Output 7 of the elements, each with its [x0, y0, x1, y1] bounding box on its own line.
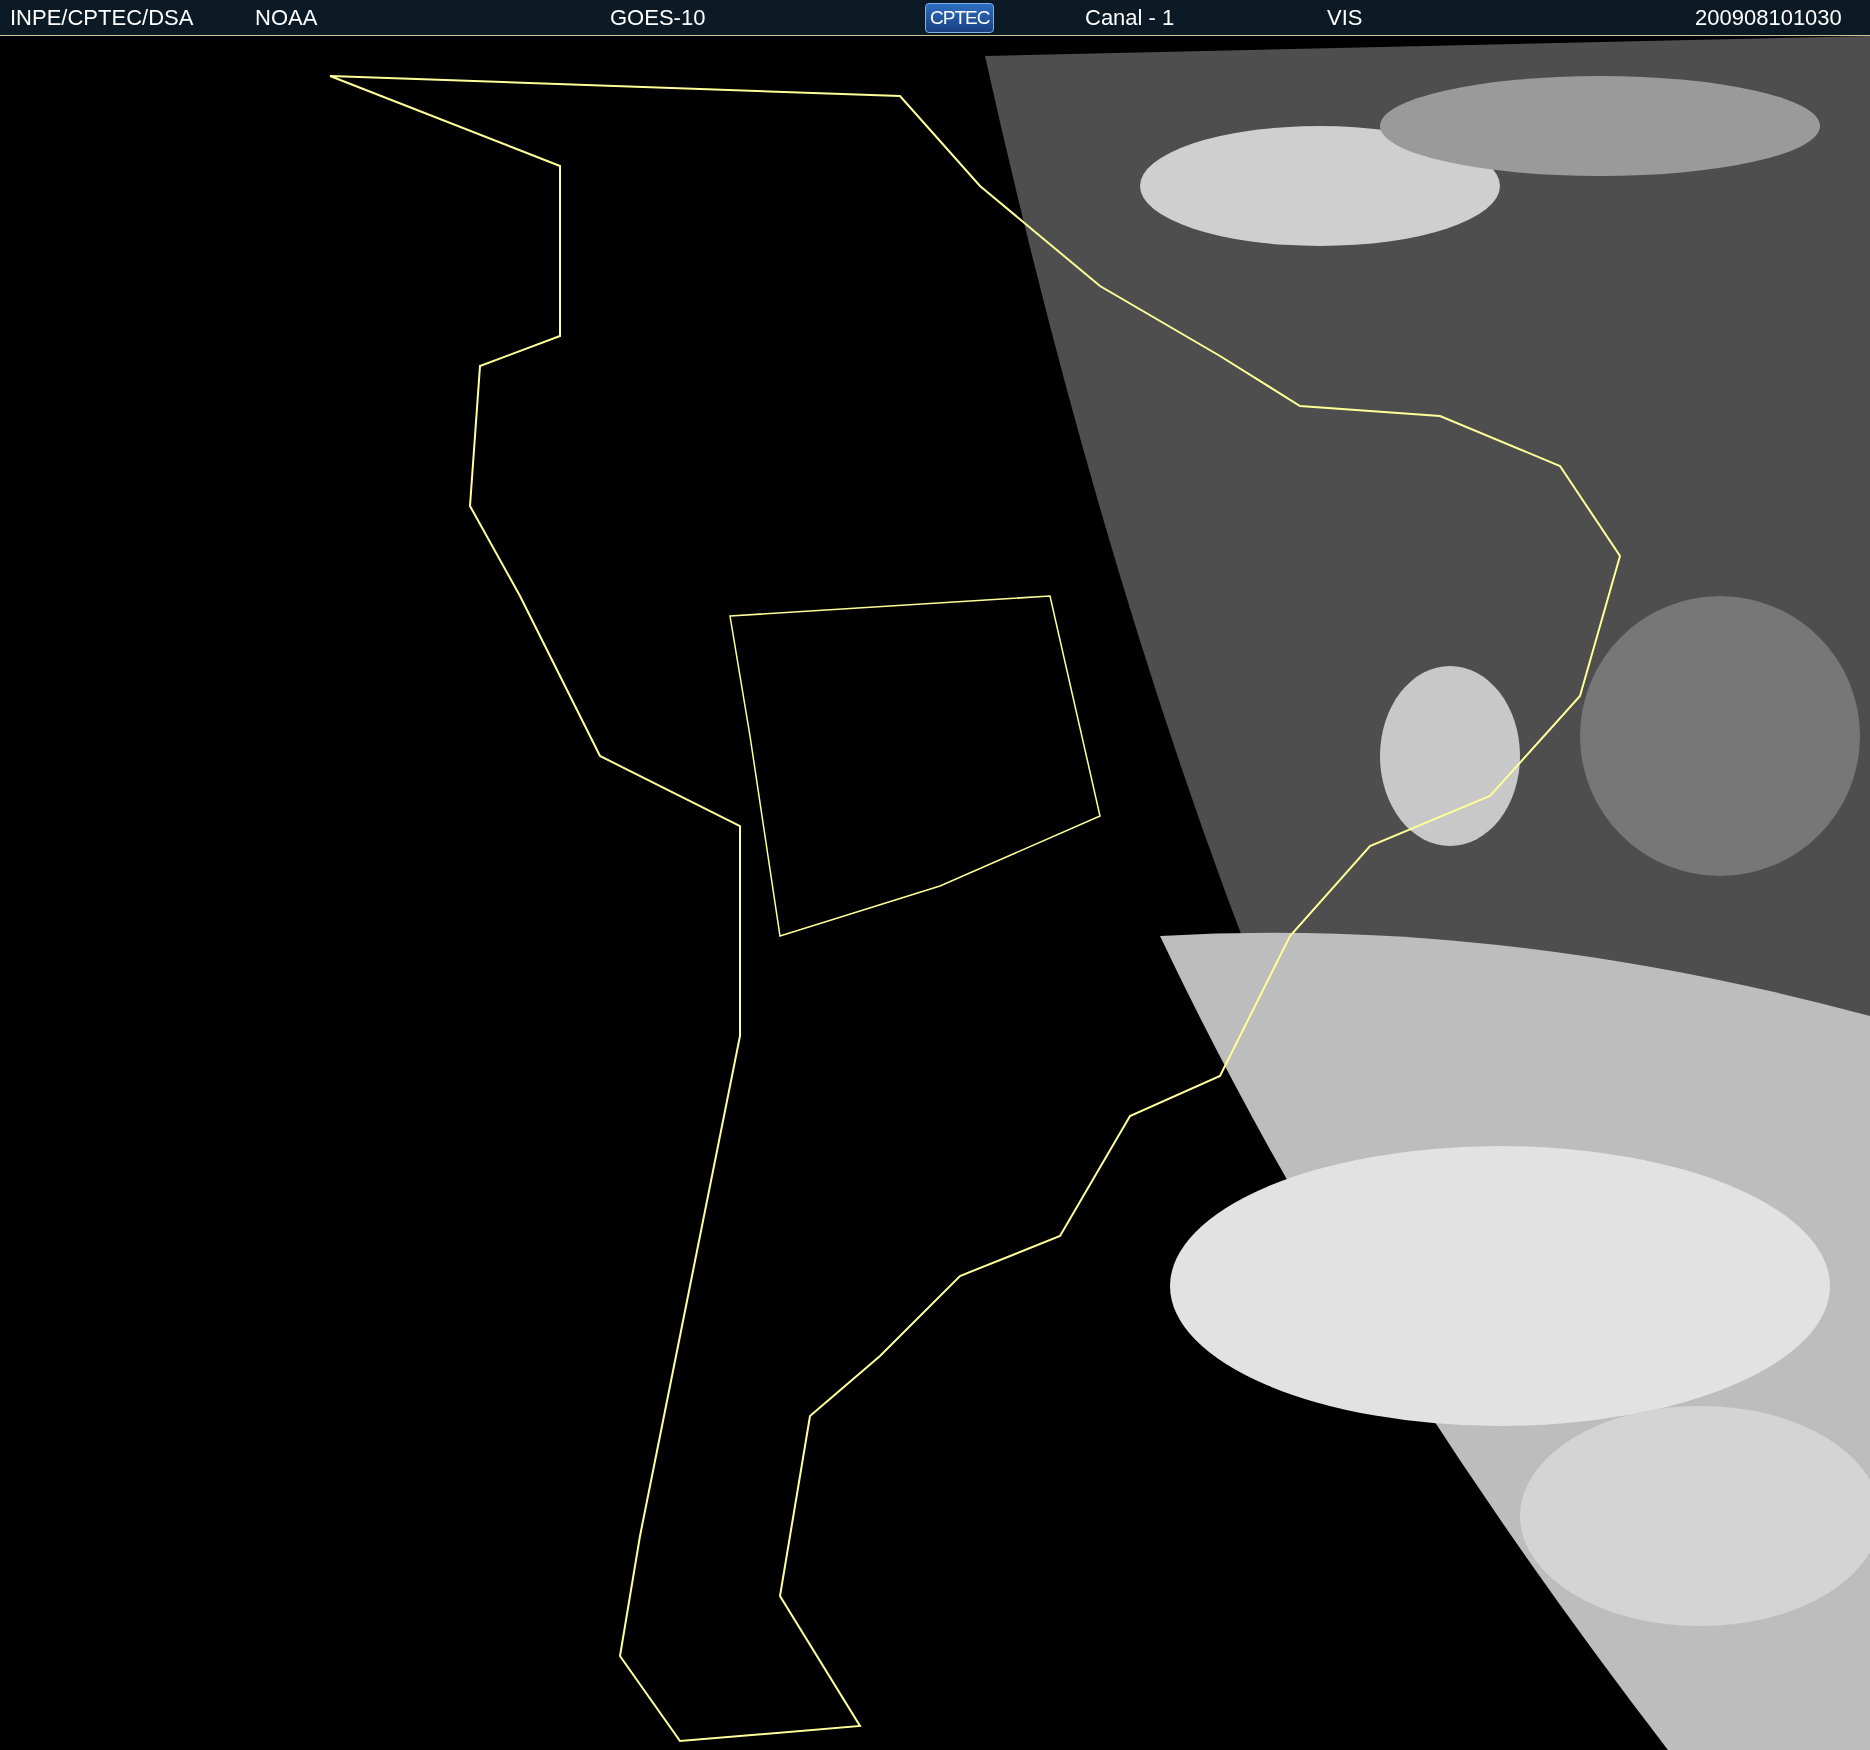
- header-label: INPE/CPTEC/DSA: [10, 4, 194, 31]
- logo: CPTEC: [925, 2, 995, 33]
- header-label: 200908101030: [1695, 4, 1842, 31]
- header-label: GOES-10: [610, 4, 706, 31]
- header-label: VIS: [1327, 4, 1363, 31]
- header-label: NOAA: [255, 4, 318, 31]
- header-label: Canal - 1: [1085, 4, 1175, 31]
